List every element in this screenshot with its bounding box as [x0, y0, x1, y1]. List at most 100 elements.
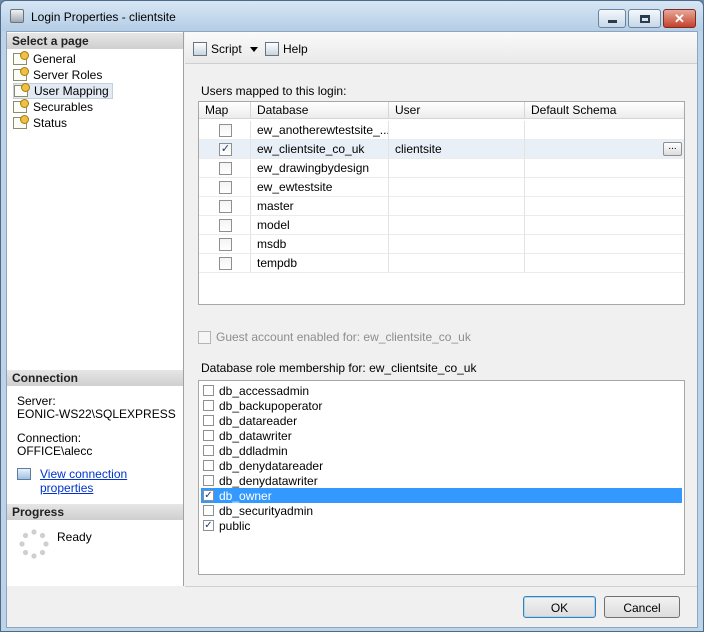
title-bar[interactable]: Login Properties - clientsite ✕ [1, 1, 703, 31]
table-row[interactable]: ew_drawingbydesign [199, 159, 684, 178]
database-cell[interactable]: model [251, 216, 389, 235]
database-cell[interactable]: ew_ewtestsite [251, 178, 389, 197]
table-row[interactable]: ✓ ew_clientsite_co_uk clientsite... [199, 140, 684, 159]
close-button[interactable]: ✕ [663, 9, 696, 28]
user-cell[interactable]: clientsite [389, 140, 525, 159]
default-schema-cell[interactable] [525, 197, 684, 216]
role-item-db-ddladmin[interactable]: db_ddladmin [201, 443, 682, 458]
nav-item-securables[interactable]: Securables [13, 99, 96, 115]
server-value: EONIC-WS22\SQLEXPRESS [17, 407, 176, 421]
role-item-public[interactable]: ✓ public [201, 518, 682, 533]
map-checkbox[interactable] [219, 219, 232, 232]
default-schema-cell[interactable] [525, 121, 684, 140]
nav-item-general[interactable]: General [13, 51, 79, 67]
table-row[interactable]: tempdb [199, 254, 684, 273]
column-header-map[interactable]: Map [199, 102, 251, 119]
connection-header: Connection [7, 370, 183, 386]
left-pane: Select a page General Server Roles User Ma… [7, 32, 184, 586]
table-row[interactable]: master [199, 197, 684, 216]
database-cell[interactable]: tempdb [251, 254, 389, 273]
map-checkbox[interactable] [219, 162, 232, 175]
role-label: db_ddladmin [219, 443, 288, 458]
table-row[interactable]: model [199, 216, 684, 235]
map-checkbox[interactable] [219, 181, 232, 194]
role-item-db-backupoperator[interactable]: db_backupoperator [201, 398, 682, 413]
role-checkbox[interactable] [203, 415, 214, 426]
nav-item-label: User Mapping [34, 84, 109, 98]
database-server-icon [10, 9, 24, 23]
script-button[interactable]: Script [193, 41, 258, 57]
nav-item-user-mapping[interactable]: User Mapping [13, 83, 113, 99]
table-row[interactable]: ew_anotherewtestsite_... [199, 121, 684, 140]
cancel-button[interactable]: Cancel [604, 596, 680, 618]
user-cell[interactable] [389, 197, 525, 216]
database-cell[interactable]: ew_anotherewtestsite_... [251, 121, 389, 140]
column-header-database[interactable]: Database [251, 102, 389, 119]
role-checkbox[interactable] [203, 430, 214, 441]
help-icon [265, 42, 279, 56]
page-icon [13, 115, 29, 129]
nav-item-status[interactable]: Status [13, 115, 70, 131]
maximize-button[interactable] [628, 9, 661, 28]
toolbar: Script Help [185, 32, 697, 64]
role-item-db-denydatareader[interactable]: db_denydatareader [201, 458, 682, 473]
default-schema-cell[interactable] [525, 216, 684, 235]
role-item-db-datawriter[interactable]: db_datawriter [201, 428, 682, 443]
script-label: Script [211, 42, 242, 56]
default-schema-cell[interactable] [525, 159, 684, 178]
role-checkbox[interactable]: ✓ [203, 490, 214, 501]
ok-button[interactable]: OK [523, 596, 596, 618]
database-cell[interactable]: master [251, 197, 389, 216]
map-checkbox[interactable] [219, 238, 232, 251]
default-schema-cell[interactable] [525, 178, 684, 197]
column-header-default-schema[interactable]: Default Schema [525, 102, 684, 119]
column-header-user[interactable]: User [389, 102, 525, 119]
database-cell[interactable]: msdb [251, 235, 389, 254]
database-cell[interactable]: ew_drawingbydesign [251, 159, 389, 178]
role-checkbox[interactable]: ✓ [203, 520, 214, 531]
role-item-db-securityadmin[interactable]: db_securityadmin [201, 503, 682, 518]
user-cell[interactable] [389, 159, 525, 178]
page-icon [13, 67, 29, 81]
role-membership-label: Database role membership for: ew_clients… [201, 361, 477, 375]
browse-schema-button[interactable]: ... [663, 142, 682, 156]
map-checkbox[interactable] [219, 257, 232, 270]
default-schema-cell[interactable] [525, 140, 684, 159]
role-checkbox[interactable] [203, 460, 214, 471]
map-checkbox[interactable]: ✓ [219, 143, 232, 156]
map-cell [199, 216, 251, 235]
users-mapped-label: Users mapped to this login: [201, 84, 347, 98]
table-row[interactable]: msdb [199, 235, 684, 254]
role-checkbox[interactable] [203, 400, 214, 411]
role-checkbox[interactable] [203, 505, 214, 516]
table-row[interactable]: ew_ewtestsite [199, 178, 684, 197]
role-item-db-accessadmin[interactable]: db_accessadmin [201, 383, 682, 398]
guest-account-label: Guest account enabled for: ew_clientsite… [216, 330, 471, 344]
minimize-button[interactable] [598, 9, 626, 28]
user-cell[interactable] [389, 178, 525, 197]
role-item-db-denydatawriter[interactable]: db_denydatawriter [201, 473, 682, 488]
database-cell[interactable]: ew_clientsite_co_uk [251, 140, 389, 159]
view-connection-properties-link[interactable]: View connection properties [40, 467, 183, 495]
role-item-db-datareader[interactable]: db_datareader [201, 413, 682, 428]
select-page-header: Select a page [7, 33, 183, 49]
role-checkbox[interactable] [203, 445, 214, 456]
connection-label: Connection: [17, 431, 82, 445]
default-schema-cell[interactable] [525, 235, 684, 254]
user-cell[interactable] [389, 254, 525, 273]
user-cell[interactable] [389, 121, 525, 140]
role-label: db_owner [219, 488, 272, 503]
script-dropdown-icon[interactable] [249, 46, 258, 52]
nav-item-server-roles[interactable]: Server Roles [13, 67, 105, 83]
help-button[interactable]: Help [265, 41, 308, 57]
default-schema-cell[interactable] [525, 254, 684, 273]
user-cell[interactable] [389, 216, 525, 235]
map-checkbox[interactable] [219, 124, 232, 137]
role-item-db-owner[interactable]: ✓ db_owner [201, 488, 682, 503]
role-checkbox[interactable] [203, 475, 214, 486]
role-checkbox[interactable] [203, 385, 214, 396]
user-cell[interactable] [389, 235, 525, 254]
nav-item-label: Status [33, 116, 68, 130]
map-cell [199, 178, 251, 197]
map-checkbox[interactable] [219, 200, 232, 213]
